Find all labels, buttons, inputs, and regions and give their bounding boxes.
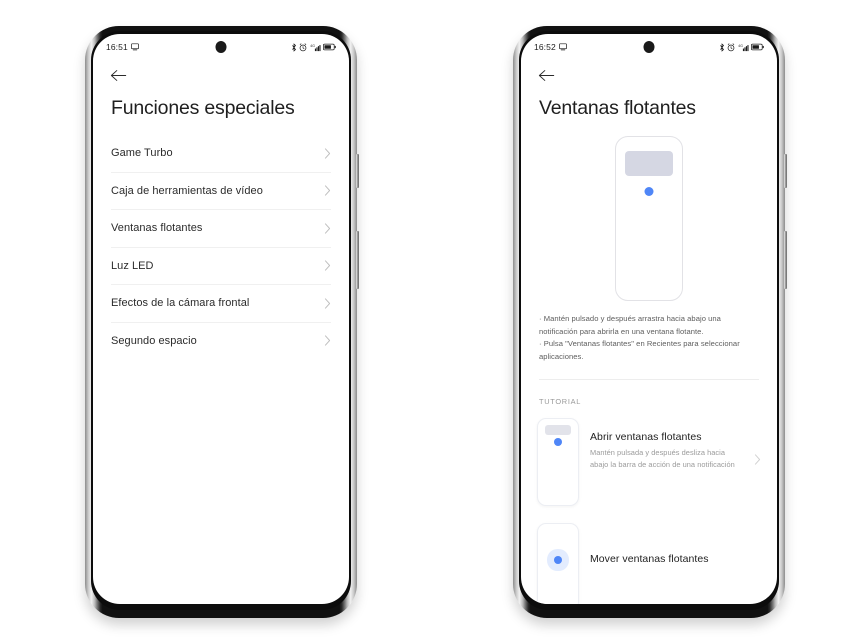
- list-item-label: Ventanas flotantes: [111, 222, 203, 235]
- screenshot-icon: [558, 43, 567, 51]
- signal-4g-icon: 4G: [310, 43, 321, 52]
- status-time: 16:52: [534, 42, 556, 52]
- list-item-video-toolbox[interactable]: Caja de herramientas de vídeo: [111, 171, 331, 210]
- phone-screen-left: 16:51 4G Funciones especiales Game Turbo…: [93, 34, 349, 604]
- special-features-list: Game Turbo Caja de herramientas de vídeo…: [93, 134, 349, 359]
- page-title: Ventanas flotantes: [539, 97, 696, 119]
- feature-description: · Mantén pulsado y después arrastra haci…: [539, 314, 740, 361]
- volume-button-right[interactable]: [784, 231, 787, 289]
- page-title: Funciones especiales: [111, 97, 295, 119]
- screenshot-icon: [130, 43, 139, 51]
- tutorial-thumbnail: [537, 418, 579, 507]
- phone-bezel-right: 16:52 4G Ventanas flotantes · Mantén pul…: [519, 31, 779, 610]
- power-button-left[interactable]: [356, 154, 359, 188]
- battery-icon: [323, 43, 336, 51]
- front-camera-punch-hole: [215, 41, 227, 53]
- front-camera-punch-hole: [643, 41, 655, 53]
- screenshot-canvas: 16:51 4G Funciones especiales Game Turbo…: [0, 0, 854, 640]
- signal-4g-icon: 4G: [738, 43, 749, 52]
- alarm-icon: [299, 42, 307, 52]
- chevron-right-icon: [324, 335, 331, 346]
- back-arrow-icon[interactable]: [538, 68, 555, 83]
- illustration-notification-bar: [625, 151, 673, 177]
- alarm-icon: [727, 42, 735, 52]
- svg-text:4G: 4G: [738, 43, 743, 47]
- back-arrow-icon[interactable]: [110, 68, 127, 83]
- status-bar-left-group: 16:51: [106, 42, 139, 52]
- phone-bezel-left: 16:51 4G Funciones especiales Game Turbo…: [91, 31, 351, 610]
- floating-window-illustration: [521, 136, 777, 302]
- chevron-right-icon: [324, 185, 331, 196]
- chevron-right-icon: [754, 454, 761, 466]
- list-item-game-turbo[interactable]: Game Turbo: [111, 134, 331, 172]
- thumbnail-touch-dot: [554, 438, 562, 447]
- section-divider: [539, 379, 759, 381]
- status-bar-left: 16:51 4G: [93, 34, 349, 60]
- status-bar-left-group: 16:52: [534, 42, 567, 52]
- list-item-led-light[interactable]: Luz LED: [111, 246, 331, 285]
- phone-mockup-left: 16:51 4G Funciones especiales Game Turbo…: [85, 26, 359, 618]
- list-item-label: Game Turbo: [111, 147, 173, 160]
- illustration-touch-dot: [644, 187, 654, 197]
- thumbnail-touch-dot: [554, 556, 562, 565]
- illustration-phone-outline: [615, 136, 683, 302]
- phone-screen-right: 16:52 4G Ventanas flotantes · Mantén pul…: [521, 34, 777, 604]
- list-item-second-space[interactable]: Segundo espacio: [111, 321, 331, 360]
- status-bar-right-group: 4G: [719, 42, 765, 52]
- list-item-label: Luz LED: [111, 259, 154, 272]
- tutorial-thumbnail: [537, 523, 579, 604]
- app-bar-left: [93, 60, 349, 90]
- tutorial-card-open-floating-windows[interactable]: Abrir ventanas flotantes Mantén pulsada …: [537, 418, 761, 507]
- bluetooth-icon: [291, 42, 297, 52]
- chevron-right-icon: [324, 298, 331, 309]
- chevron-right-icon: [324, 260, 331, 271]
- volume-button-left[interactable]: [356, 231, 359, 289]
- app-bar-right: [521, 60, 777, 90]
- power-button-right[interactable]: [784, 154, 787, 188]
- chevron-right-icon: [324, 223, 331, 234]
- status-bar-right: 16:52 4G: [521, 34, 777, 60]
- list-item-front-camera-effects[interactable]: Efectos de la cámara frontal: [111, 284, 331, 322]
- tutorial-text-block: Mover ventanas flotantes: [590, 523, 761, 569]
- chevron-right-icon: [324, 148, 331, 159]
- list-item-label: Segundo espacio: [111, 334, 197, 347]
- tutorial-title: Abrir ventanas flotantes: [590, 431, 702, 444]
- tutorial-text-block: Abrir ventanas flotantes Mantén pulsada …: [590, 418, 743, 470]
- phone-mockup-right: 16:52 4G Ventanas flotantes · Mantén pul…: [513, 26, 787, 618]
- tutorial-subtitle: Mantén pulsada y después desliza hacia a…: [590, 448, 735, 469]
- battery-icon: [751, 43, 764, 51]
- list-item-floating-windows[interactable]: Ventanas flotantes: [111, 209, 331, 247]
- list-item-label: Efectos de la cámara frontal: [111, 297, 250, 310]
- status-bar-right-group: 4G: [291, 42, 337, 52]
- list-item-label: Caja de herramientas de vídeo: [111, 184, 263, 197]
- status-time: 16:51: [106, 42, 128, 52]
- tutorial-title: Mover ventanas flotantes: [590, 553, 709, 566]
- bluetooth-icon: [719, 42, 725, 52]
- section-label-tutorial: TUTORIAL: [539, 397, 582, 407]
- svg-text:4G: 4G: [310, 43, 315, 47]
- thumbnail-notification-bar: [545, 425, 571, 436]
- tutorial-card-move-floating-windows[interactable]: Mover ventanas flotantes: [537, 523, 761, 604]
